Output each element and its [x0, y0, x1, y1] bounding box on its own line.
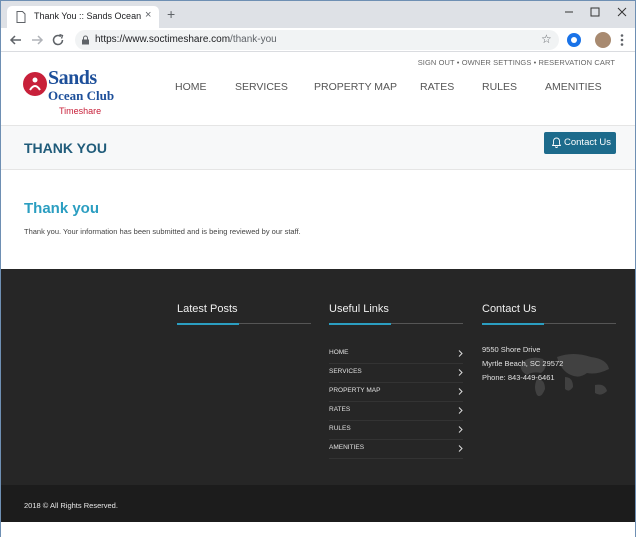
footer-link-amenities[interactable]: AMENITIES: [329, 440, 463, 459]
url-path: /thank-you: [230, 34, 277, 45]
confirmation-message: Thank you. Your information has been sub…: [24, 227, 301, 236]
footer-link-label: HOME: [329, 349, 349, 356]
logo-figure-icon: [29, 77, 41, 91]
close-window-icon[interactable]: [612, 4, 632, 20]
url-host: https://www.soctimeshare.com: [95, 34, 231, 45]
useful-links-heading: Useful Links: [329, 303, 389, 315]
nav-rates[interactable]: RATES: [420, 81, 454, 93]
page-title: THANK YOU: [24, 140, 107, 156]
chevron-right-icon: [458, 407, 463, 414]
minimize-icon[interactable]: [559, 4, 579, 20]
contact-us-label: Contact Us: [564, 137, 611, 148]
useful-links-list: HOME SERVICES PROPERTY MAP RATES RULES A…: [329, 345, 463, 459]
copyright-bar: 2018 © All Rights Reserved.: [1, 485, 635, 522]
footer-link-home[interactable]: HOME: [329, 345, 463, 364]
site-footer: Latest Posts Useful Links HOME SERVICES …: [1, 269, 635, 485]
footer-link-label: PROPERTY MAP: [329, 387, 381, 394]
footer-link-services[interactable]: SERVICES: [329, 364, 463, 383]
maximize-icon[interactable]: [585, 4, 605, 20]
browser-window: Thank You :: Sands Ocean Club T × +: [0, 0, 636, 537]
browser-tab[interactable]: Thank You :: Sands Ocean Club T ×: [7, 6, 159, 28]
footer-divider-accent: [482, 323, 544, 325]
footer-link-label: AMENITIES: [329, 444, 365, 451]
footer-contact: Contact Us 9550 Shore Drive Myrtle Beach…: [482, 303, 616, 382]
account-links[interactable]: SIGN OUT • OWNER SETTINGS • RESERVATION …: [418, 58, 615, 67]
footer-link-property-map[interactable]: PROPERTY MAP: [329, 383, 463, 402]
browser-toolbar: https://www.soctimeshare.com/thank-you ☆: [1, 28, 635, 52]
site-header: SIGN OUT • OWNER SETTINGS • RESERVATION …: [1, 52, 635, 125]
page-icon: [16, 11, 26, 23]
chevron-right-icon: [458, 369, 463, 376]
nav-rules[interactable]: RULES: [482, 81, 517, 93]
nav-home[interactable]: HOME: [175, 81, 207, 93]
footer-link-label: SERVICES: [329, 368, 362, 375]
chevron-right-icon: [458, 388, 463, 395]
nav-services[interactable]: SERVICES: [235, 81, 288, 93]
main-content: Thank you Thank you. Your information ha…: [1, 170, 635, 269]
new-tab-button[interactable]: +: [167, 7, 175, 21]
bell-icon: [552, 137, 561, 148]
footer-link-rates[interactable]: RATES: [329, 402, 463, 421]
page-title-bar: THANK YOU Contact Us: [1, 125, 635, 170]
site-logo[interactable]: Sands Ocean Club Timeshare: [23, 67, 115, 121]
page-bottom: [1, 522, 635, 537]
logo-emblem: [23, 72, 47, 96]
back-arrow-icon[interactable]: [9, 33, 23, 47]
thank-you-heading: Thank you: [24, 200, 100, 217]
reload-icon[interactable]: [51, 33, 65, 47]
logo-text-timeshare: Timeshare: [59, 106, 102, 116]
latest-posts-heading: Latest Posts: [177, 303, 238, 315]
chevron-right-icon: [458, 445, 463, 452]
close-tab-icon[interactable]: ×: [145, 9, 151, 21]
nav-property-map[interactable]: PROPERTY MAP: [314, 81, 397, 93]
tab-strip: Thank You :: Sands Ocean Club T × +: [1, 1, 635, 28]
footer-useful-links: Useful Links HOME SERVICES PROPERTY MAP …: [329, 303, 463, 459]
forward-arrow-icon[interactable]: [30, 33, 44, 47]
logo-text-ocean-club: Ocean Club: [48, 88, 115, 103]
lock-icon: [82, 35, 89, 45]
chevron-right-icon: [458, 350, 463, 357]
bookmark-star-icon[interactable]: ☆: [541, 32, 552, 46]
contact-us-button[interactable]: Contact Us: [544, 132, 616, 154]
copyright-text: 2018 © All Rights Reserved.: [24, 501, 118, 510]
url-text: https://www.soctimeshare.com/thank-you: [95, 34, 277, 45]
footer-latest-posts: Latest Posts: [177, 303, 311, 325]
footer-divider-accent: [177, 323, 239, 325]
world-map-decoration: [520, 354, 609, 397]
footer-link-rules[interactable]: RULES: [329, 421, 463, 440]
contact-heading: Contact Us: [482, 303, 537, 315]
menu-dots-icon[interactable]: [620, 33, 624, 47]
footer-divider-accent: [329, 323, 391, 325]
extension-icon[interactable]: [567, 33, 581, 47]
nav-amenities[interactable]: AMENITIES: [545, 81, 602, 93]
profile-avatar[interactable]: [595, 32, 611, 48]
address-bar[interactable]: https://www.soctimeshare.com/thank-you ☆: [75, 30, 559, 50]
logo-text-sands: Sands: [48, 67, 97, 89]
footer-link-label: RULES: [329, 425, 351, 432]
tab-title: Thank You :: Sands Ocean Club T: [34, 11, 142, 21]
chevron-right-icon: [458, 426, 463, 433]
footer-link-label: RATES: [329, 406, 351, 413]
